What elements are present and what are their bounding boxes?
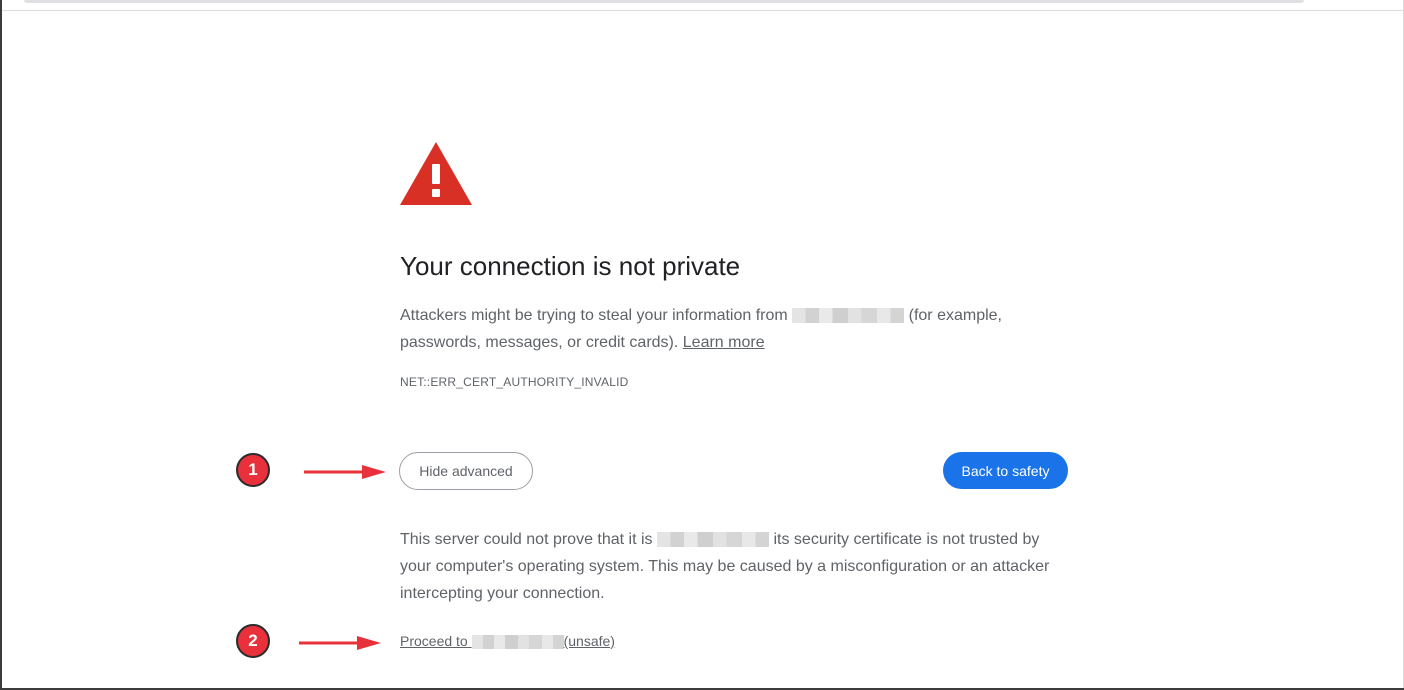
intro-text: Attackers might be trying to steal your … <box>400 307 788 324</box>
advanced-text: This server could not prove that it is <box>400 531 653 548</box>
hide-advanced-button[interactable]: Hide advanced <box>399 452 533 490</box>
page-title: Your connection is not private <box>400 251 741 281</box>
arrow-right-icon <box>304 465 386 479</box>
proceed-unsafe-text: (unsafe) <box>563 633 615 649</box>
top-bar-strip <box>24 0 1304 3</box>
redacted-domain <box>471 635 564 649</box>
learn-more-link[interactable]: Learn more <box>683 334 765 351</box>
redacted-domain <box>657 532 770 547</box>
proceed-text: Proceed to <box>400 633 468 649</box>
arrow-right-icon <box>299 636 381 650</box>
back-to-safety-button[interactable]: Back to safety <box>943 452 1068 489</box>
annotation-badge-1: 1 <box>236 453 270 487</box>
advanced-details-paragraph: This server could not prove that it is i… <box>400 526 1070 607</box>
intro-paragraph: Attackers might be trying to steal your … <box>400 302 1070 356</box>
redacted-domain <box>792 308 905 323</box>
error-code: NET::ERR_CERT_AUTHORITY_INVALID <box>400 375 629 389</box>
browser-top-bar <box>0 0 1404 11</box>
proceed-unsafe-link[interactable]: Proceed to (unsafe) <box>400 633 615 649</box>
window-left-border <box>0 0 2 690</box>
annotation-badge-2: 2 <box>236 624 270 658</box>
warning-triangle-icon <box>400 142 472 205</box>
